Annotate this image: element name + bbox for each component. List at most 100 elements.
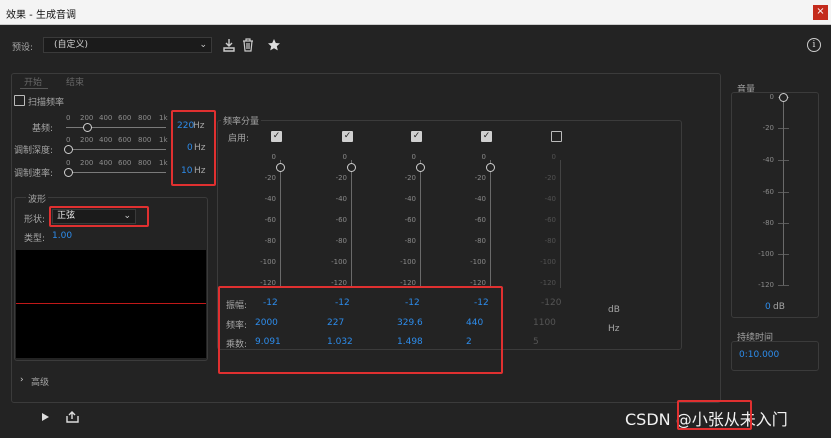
enable-label: 启用:	[228, 134, 250, 144]
volume-tick-mark	[778, 285, 789, 286]
mod-depth-label: 调制深度:	[14, 146, 54, 156]
preset-value: (自定义)	[54, 40, 89, 50]
star-icon[interactable]	[267, 38, 281, 52]
component-1-knob[interactable]	[276, 163, 285, 172]
volume-tick: -120	[758, 281, 774, 289]
component-1-tick: -40	[264, 195, 276, 203]
mod-rate-label: 调制速率:	[14, 169, 54, 179]
hz-unit: Hz	[608, 324, 620, 334]
component-3-enable-checkbox[interactable]: ✓	[411, 131, 422, 142]
volume-tick: -40	[762, 156, 774, 164]
highlight-apply	[677, 400, 752, 430]
preset-dropdown[interactable]: (自定义) ⌄	[43, 37, 212, 53]
component-1-enable-checkbox[interactable]: ✓	[271, 131, 282, 142]
component-5-enable-checkbox[interactable]	[551, 131, 562, 142]
component-1-tick: -100	[260, 258, 276, 266]
play-icon[interactable]	[40, 412, 50, 422]
component-3-tick: -80	[404, 237, 416, 245]
volume-tick: -80	[762, 219, 774, 227]
volume-knob[interactable]	[779, 93, 788, 102]
component-1-tick: 0	[271, 153, 276, 161]
advanced-label[interactable]: 高级	[31, 375, 49, 388]
loop-icon[interactable]	[66, 411, 79, 423]
waveform-line	[16, 303, 206, 304]
download-preset-icon[interactable]	[222, 38, 236, 52]
mod-rate-slider[interactable]	[66, 172, 166, 173]
component-4-enable-checkbox[interactable]: ✓	[481, 131, 492, 142]
component-3-tick: 0	[411, 153, 416, 161]
component-3-slider[interactable]	[420, 160, 421, 288]
base-freq-label: 基频:	[32, 124, 54, 134]
base-freq-slider[interactable]	[66, 127, 166, 128]
component-1-tick: -80	[264, 237, 276, 245]
component-2-tick: -100	[331, 258, 347, 266]
chevron-down-icon: ⌄	[199, 40, 207, 50]
trash-icon[interactable]	[242, 38, 254, 52]
highlight-components	[218, 286, 503, 374]
volume-slider[interactable]	[783, 97, 784, 285]
component-5-tick: -40	[544, 195, 556, 203]
components-title: 频率分量	[221, 114, 262, 127]
component-5-tick: -80	[544, 237, 556, 245]
window-title: 效果 - 生成音调	[6, 10, 76, 21]
component-3-tick: -60	[404, 216, 416, 224]
tab-end[interactable]: 结束	[66, 75, 84, 88]
component-2-enable-checkbox[interactable]: ✓	[342, 131, 353, 142]
mod-rate-knob[interactable]	[64, 168, 73, 177]
volume-tick: -100	[758, 250, 774, 258]
volume-group	[731, 92, 819, 318]
close-button[interactable]: ×	[813, 5, 828, 20]
chevron-right-icon[interactable]: ›	[20, 375, 24, 385]
component-4-tick: -60	[474, 216, 486, 224]
sweep-checkbox[interactable]	[14, 95, 25, 106]
component-5-tick: -20	[544, 174, 556, 182]
component-3-knob[interactable]	[416, 163, 425, 172]
waveform-title: 波形	[26, 192, 49, 205]
component-5-tick: -120	[540, 279, 556, 287]
component-2-tick: -20	[335, 174, 347, 182]
volume-value[interactable]: 0	[765, 302, 771, 312]
mod-depth-knob[interactable]	[64, 145, 73, 154]
mod-depth-slider[interactable]	[66, 149, 166, 150]
duration-value[interactable]: 0:10.000	[739, 350, 779, 360]
title-bar: 效果 - 生成音调 ×	[0, 0, 831, 25]
sweep-label: 扫描频率	[28, 98, 65, 108]
component-2-knob[interactable]	[347, 163, 356, 172]
component-5-tick: -60	[544, 216, 556, 224]
type-value[interactable]: 1.00	[52, 231, 72, 241]
db-unit: dB	[608, 305, 620, 315]
component-4-knob[interactable]	[486, 163, 495, 172]
volume-tick: -20	[762, 124, 774, 132]
component-5-tick: 0	[551, 153, 556, 161]
component-4-tick: -20	[474, 174, 486, 182]
tab-start[interactable]: 开始	[24, 75, 42, 88]
volume-tick: 0	[769, 93, 774, 101]
component-4-slider[interactable]	[490, 160, 491, 288]
component-3-tick: -100	[400, 258, 416, 266]
component-3-tick: -20	[404, 174, 416, 182]
component-5-slider[interactable]	[560, 160, 561, 288]
type-label: 类型:	[24, 234, 46, 244]
component-2-tick: 0	[342, 153, 347, 161]
component-1-tick: -60	[264, 216, 276, 224]
waveform-preview	[16, 250, 206, 358]
component-5-amp[interactable]: -120	[541, 298, 561, 308]
volume-tick: -60	[762, 188, 774, 196]
component-5-freq[interactable]: 1100	[533, 318, 556, 328]
component-1-tick: -20	[264, 174, 276, 182]
component-2-tick: -40	[335, 195, 347, 203]
preset-label: 预设:	[12, 43, 34, 53]
volume-unit: dB	[773, 302, 785, 312]
component-2-tick: -80	[335, 237, 347, 245]
component-2-slider[interactable]	[351, 160, 352, 288]
component-4-tick: -100	[470, 258, 486, 266]
component-4-tick: -40	[474, 195, 486, 203]
info-icon[interactable]: i	[807, 38, 821, 52]
tab-underline	[20, 88, 48, 89]
base-freq-knob[interactable]	[83, 123, 92, 132]
component-1-slider[interactable]	[280, 160, 281, 288]
component-5-mult[interactable]: 5	[533, 337, 539, 347]
highlight-shape	[49, 206, 149, 227]
component-5-tick: -100	[540, 258, 556, 266]
shape-label: 形状:	[24, 215, 46, 225]
